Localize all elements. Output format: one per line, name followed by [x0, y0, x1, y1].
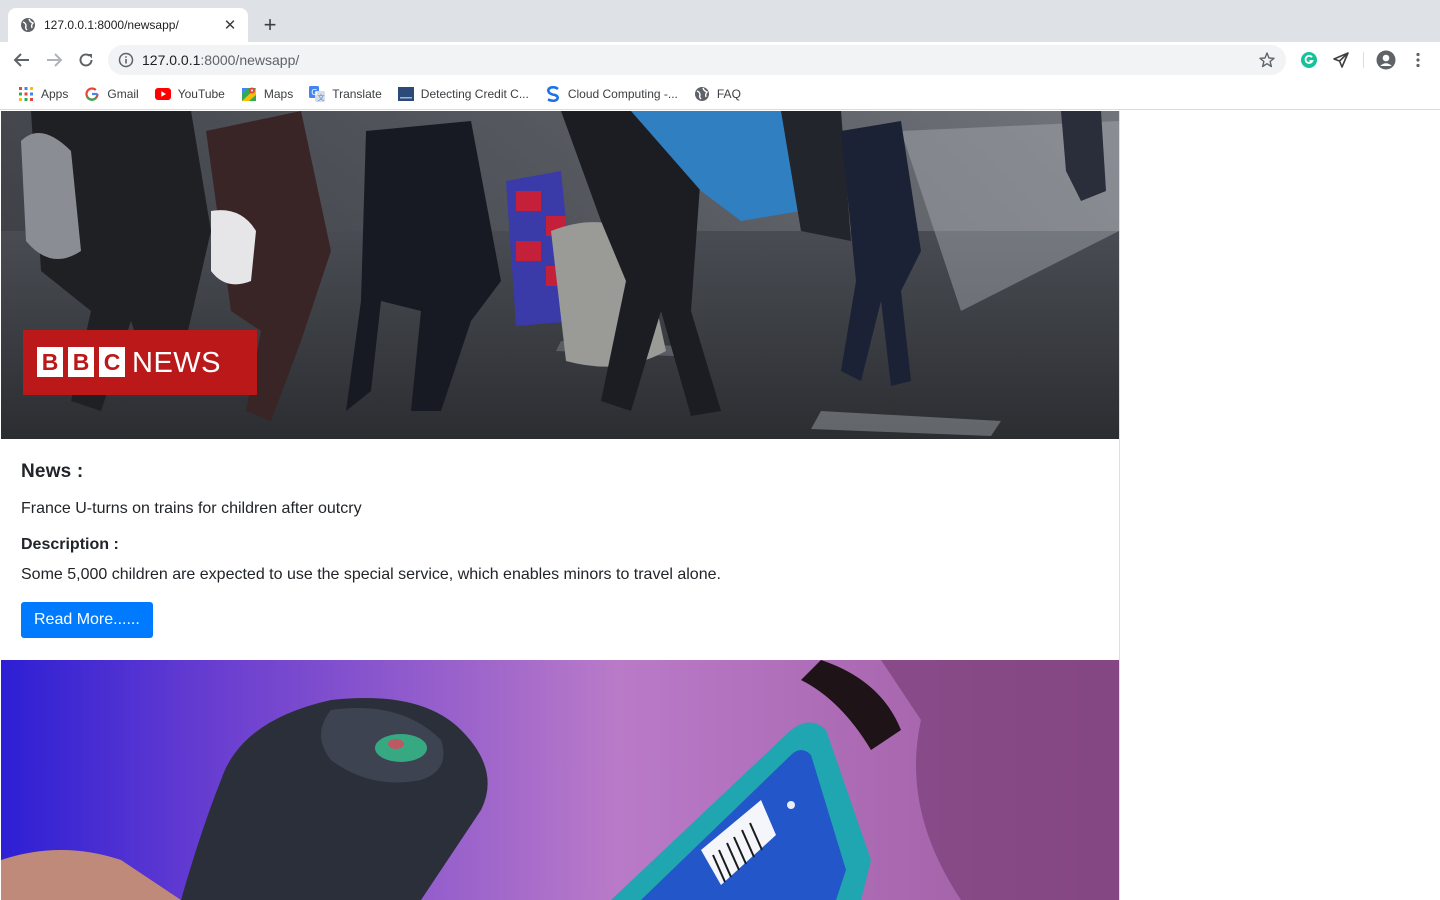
- browser-tab[interactable]: 127.0.0.1:8000/newsapp/ ✕: [8, 8, 248, 42]
- bookmark-label: Cloud Computing -...: [567, 86, 678, 101]
- article-image: B B C NEWS: [1, 111, 1119, 439]
- svg-text:NEWS: NEWS: [132, 347, 221, 379]
- bookmark-maps[interactable]: Maps: [235, 82, 299, 106]
- toolbar-divider: [1363, 52, 1364, 68]
- reload-icon: [79, 53, 93, 67]
- bookmark-cloud-computing[interactable]: Cloud Computing -...: [539, 82, 684, 106]
- svg-text:文: 文: [318, 93, 325, 102]
- url-path: :8000/newsapp/: [200, 52, 300, 68]
- youtube-icon: [154, 86, 171, 102]
- train-station-photo: B B C NEWS: [1, 111, 1119, 439]
- translate-icon: G文: [309, 85, 326, 102]
- bookmark-label: Maps: [263, 86, 294, 101]
- site-info-icon[interactable]: [118, 52, 134, 68]
- bookmark-label: Translate: [332, 86, 382, 101]
- bookmark-star-icon[interactable]: [1258, 51, 1276, 69]
- bookmark-detecting-credit[interactable]: Detecting Credit C...: [392, 82, 535, 106]
- bookmark-label: Apps: [41, 86, 69, 101]
- s-logo-icon: [545, 85, 561, 102]
- url-host: 127.0.0.1: [142, 52, 201, 68]
- svg-text:G: G: [311, 88, 317, 97]
- article-description: Some 5,000 children are expected to use …: [21, 566, 721, 583]
- menu-kebab-icon[interactable]: [1408, 50, 1428, 70]
- maps-icon: [241, 86, 257, 102]
- read-more-button[interactable]: Read More......: [21, 602, 153, 638]
- forward-arrow-icon: [47, 53, 63, 67]
- url-text[interactable]: 127.0.0.1:8000/newsapp/: [142, 52, 1258, 68]
- bookmark-apps[interactable]: Apps: [12, 82, 74, 106]
- back-button[interactable]: [10, 48, 34, 72]
- bookmark-label: FAQ: [716, 86, 741, 101]
- apps-grid-icon: [18, 86, 34, 102]
- page-icon: [397, 86, 414, 102]
- bookmark-label: Gmail: [107, 86, 139, 101]
- card-body: News : France U-turns on trains for chil…: [1, 439, 1119, 638]
- close-tab-icon[interactable]: ✕: [222, 17, 238, 34]
- news-label: News :: [21, 461, 84, 482]
- back-arrow-icon: [13, 53, 29, 67]
- bookmark-gmail[interactable]: Gmail: [78, 82, 144, 106]
- bookmark-translate[interactable]: G文 Translate: [303, 82, 388, 106]
- page-content: B B C NEWS News : France U-turns on trai…: [0, 111, 1440, 900]
- news-card: B B C NEWS News : France U-turns on trai…: [1, 111, 1120, 660]
- phone-scanner-photo: [1, 660, 1119, 900]
- browser-toolbar: 127.0.0.1:8000/newsapp/: [0, 42, 1440, 78]
- svg-text:B: B: [73, 349, 90, 375]
- description-label: Description :: [21, 536, 119, 553]
- globe-icon: [20, 17, 36, 33]
- bookmarks-bar: Apps Gmail YouTube Maps G文 Translate Det…: [0, 78, 1440, 110]
- grammarly-extension-icon[interactable]: [1299, 50, 1319, 70]
- reload-button[interactable]: [74, 48, 98, 72]
- address-bar[interactable]: 127.0.0.1:8000/newsapp/: [108, 45, 1286, 75]
- new-tab-button[interactable]: +: [258, 13, 282, 37]
- bookmark-faq[interactable]: FAQ: [688, 82, 747, 106]
- bookmark-youtube[interactable]: YouTube: [149, 82, 231, 106]
- globe-icon: [694, 86, 710, 102]
- forward-button[interactable]: [42, 48, 66, 72]
- tab-strip: 127.0.0.1:8000/newsapp/ ✕ +: [0, 0, 1440, 42]
- article-title: France U-turns on trains for children af…: [21, 500, 362, 517]
- send-extension-icon[interactable]: [1331, 50, 1351, 70]
- svg-text:B: B: [42, 349, 59, 375]
- profile-avatar-icon[interactable]: [1376, 50, 1396, 70]
- tab-title: 127.0.0.1:8000/newsapp/: [44, 18, 179, 32]
- google-icon: [84, 86, 100, 102]
- news-card: [1, 660, 1120, 900]
- svg-text:C: C: [104, 349, 121, 375]
- article-image: [1, 660, 1119, 900]
- bookmark-label: Detecting Credit C...: [420, 86, 529, 101]
- bookmark-label: YouTube: [177, 86, 225, 101]
